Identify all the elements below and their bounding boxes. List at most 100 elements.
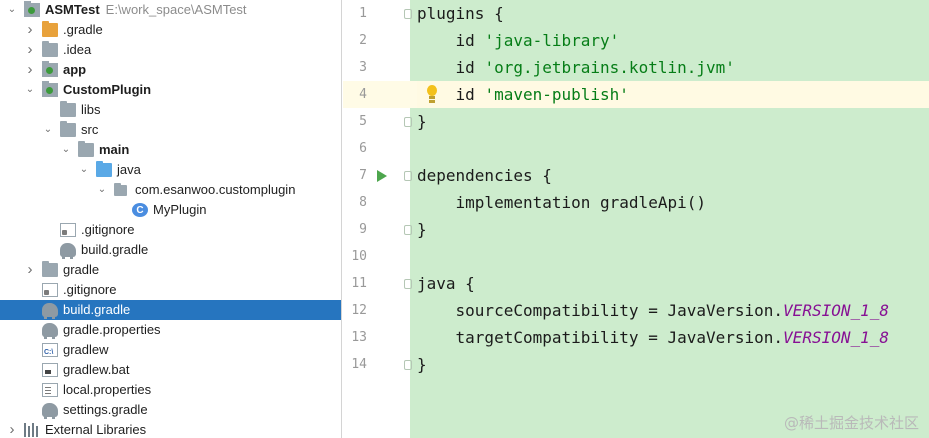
folder-icon (78, 141, 94, 157)
code-line[interactable]: 7 dependencies { (343, 162, 929, 189)
chevron-down-icon[interactable]: ⌄ (96, 180, 108, 200)
code-editor[interactable]: 1 plugins {2 id 'java-library' 3 id 'org.j… (343, 0, 929, 438)
code-line[interactable]: 5} (343, 108, 929, 135)
fold-marker-icon[interactable] (404, 171, 412, 181)
tree-row[interactable]: libs (0, 100, 341, 120)
code-line[interactable]: 6 (343, 135, 929, 162)
tree-row[interactable]: build.gradle (0, 240, 341, 260)
tree-row-label: MyPlugin (153, 200, 206, 220)
tree-row[interactable]: .gitignore (0, 220, 341, 240)
tree-row-label: libs (81, 100, 101, 120)
code-token: id (417, 31, 485, 50)
code-line[interactable]: 2 id 'java-library' (343, 27, 929, 54)
code-line[interactable]: 3 id 'org.jetbrains.kotlin.jvm' (343, 54, 929, 81)
fold-marker-icon[interactable] (404, 279, 412, 289)
chevron-right-icon[interactable]: › (24, 20, 36, 40)
tree-row-label: gradlew.bat (63, 360, 130, 380)
constant-token: VERSION_1_8 (783, 301, 890, 320)
code-line[interactable]: 13 targetCompatibility = JavaVersion.VER… (343, 324, 929, 351)
fold-marker-icon[interactable] (404, 225, 412, 235)
chevron-down-icon[interactable]: ⌄ (24, 80, 36, 100)
chevron-down-icon[interactable]: ⌄ (60, 140, 72, 160)
code-text: dependencies { (417, 162, 929, 189)
code-token: targetCompatibility = JavaVersion. (417, 328, 784, 347)
tree-row[interactable]: ⌄ java (0, 160, 341, 180)
code-line[interactable]: 9} (343, 216, 929, 243)
tree-row-text: app (63, 62, 87, 77)
code-token: } (417, 220, 427, 239)
code-token: id (417, 58, 485, 77)
project-tree: ⌄ ASMTest E:\work_space\ASMTest › .gradle › .i… (0, 0, 342, 438)
code-text: targetCompatibility = JavaVersion.VERSIO… (417, 324, 929, 351)
code-line[interactable]: 10 (343, 243, 929, 270)
tree-row-text: local.properties (63, 382, 152, 397)
tree-row-text: build.gradle (63, 302, 131, 317)
code-text: } (417, 351, 929, 378)
tree-row-label: External Libraries (45, 420, 146, 438)
tree-row[interactable]: build.gradle (0, 300, 341, 320)
tree-row[interactable]: gradle.properties (0, 320, 341, 340)
tree-row[interactable]: ⌄ src (0, 120, 341, 140)
line-number: 14 (351, 357, 367, 372)
tree-row-text: .gitignore (81, 222, 135, 237)
chevron-right-icon[interactable]: › (24, 260, 36, 280)
tree-row-label: main (99, 140, 129, 160)
tree-row[interactable]: local.properties (0, 380, 341, 400)
tree-row[interactable]: gradlew.bat (0, 360, 341, 380)
tree-row-text: build.gradle (81, 242, 149, 257)
line-number: 5 (359, 114, 367, 129)
tree-row[interactable]: ⌄ CustomPlugin (0, 80, 341, 100)
tree-row[interactable]: C:\ gradlew (0, 340, 341, 360)
tree-row-label: app (63, 60, 86, 80)
folder-blue-icon (96, 161, 112, 177)
chevron-down-icon[interactable]: ⌄ (78, 160, 90, 180)
tree-row[interactable]: › gradle (0, 260, 341, 280)
code-text: } (417, 216, 929, 243)
tree-row[interactable]: C MyPlugin (0, 200, 341, 220)
chevron-down-icon[interactable]: ⌄ (42, 120, 54, 140)
code-line[interactable]: 4 id 'maven-publish' (343, 81, 929, 108)
code-text: implementation gradleApi() (417, 189, 929, 216)
chevron-right-icon[interactable]: › (24, 40, 36, 60)
tree-row-label: .gitignore (81, 220, 134, 240)
fold-marker-icon[interactable] (404, 117, 412, 127)
tree-row[interactable]: › External Libraries (0, 420, 341, 438)
chevron-down-icon[interactable]: ⌄ (6, 0, 18, 20)
tree-row[interactable]: settings.gradle (0, 400, 341, 420)
tree-row[interactable]: ⌄ com.esanwoo.customplugin (0, 180, 341, 200)
module-icon (42, 81, 58, 97)
tree-row-label: com.esanwoo.customplugin (135, 180, 295, 200)
tree-row[interactable]: .gitignore (0, 280, 341, 300)
fold-marker-icon[interactable] (404, 360, 412, 370)
tree-row[interactable]: › app (0, 60, 341, 80)
code-line[interactable]: 12 sourceCompatibility = JavaVersion.VER… (343, 297, 929, 324)
tree-row-label: src (81, 120, 98, 140)
folder-icon (42, 41, 58, 57)
tree-row-text: .gradle (63, 22, 103, 37)
bat-file-icon (42, 363, 58, 377)
line-number: 2 (359, 33, 367, 48)
tree-row-text: gradlew.bat (63, 362, 130, 377)
tree-row[interactable]: › .idea (0, 40, 341, 60)
tree-row-text: libs (81, 102, 101, 117)
gradle-elephant-icon (60, 243, 76, 259)
chevron-right-icon[interactable]: › (6, 420, 18, 438)
tree-row-label: build.gradle (63, 300, 130, 320)
fold-marker-icon[interactable] (404, 9, 412, 19)
lightbulb-icon[interactable] (426, 85, 438, 103)
code-line[interactable]: 1 plugins { (343, 0, 929, 27)
run-icon[interactable] (377, 170, 387, 182)
code-line[interactable]: 8 implementation gradleApi() (343, 189, 929, 216)
tree-row-label: build.gradle (81, 240, 148, 260)
code-text: plugins { (417, 0, 929, 27)
code-line[interactable]: 11 java { (343, 270, 929, 297)
tree-row[interactable]: › .gradle (0, 20, 341, 40)
code-text: id 'org.jetbrains.kotlin.jvm' (417, 54, 929, 81)
properties-file-icon (42, 383, 58, 397)
chevron-right-icon[interactable]: › (24, 60, 36, 80)
tree-row[interactable]: ⌄ main (0, 140, 341, 160)
tree-row[interactable]: ⌄ ASMTest E:\work_space\ASMTest (0, 0, 341, 20)
code-line[interactable]: 14} (343, 351, 929, 378)
